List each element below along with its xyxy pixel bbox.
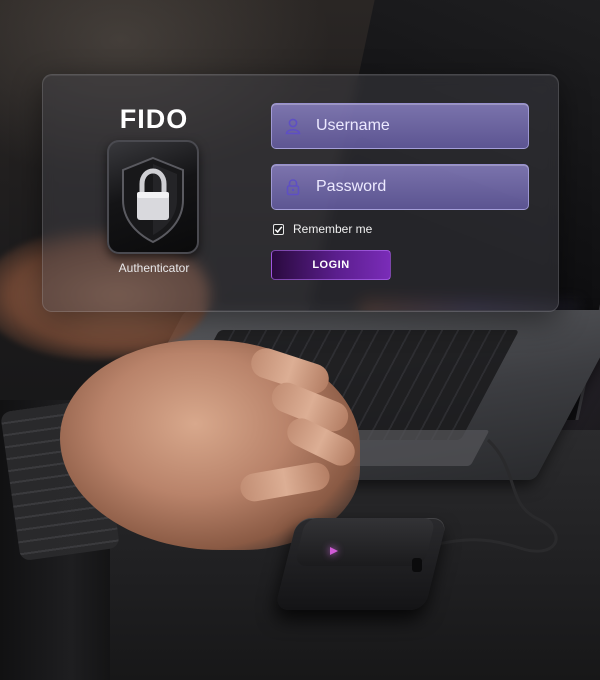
username-field[interactable]: Username (271, 103, 529, 149)
user-icon (285, 118, 301, 135)
remember-label: Remember me (293, 222, 373, 236)
login-button[interactable]: LOGIN (271, 250, 391, 280)
remember-me[interactable]: Remember me (273, 222, 372, 236)
username-placeholder: Username (316, 117, 390, 134)
status-led-icon (330, 547, 338, 555)
password-field[interactable]: Password (271, 164, 529, 210)
padlock-icon (286, 179, 300, 196)
shield-lock-icon (107, 140, 199, 254)
password-placeholder: Password (316, 178, 387, 195)
brand-subtitle: Authenticator (118, 261, 190, 275)
brand-title: FIDO (119, 104, 189, 134)
remember-checkbox[interactable] (273, 223, 284, 235)
checkmark-icon (274, 225, 283, 233)
usb-port (412, 558, 422, 572)
